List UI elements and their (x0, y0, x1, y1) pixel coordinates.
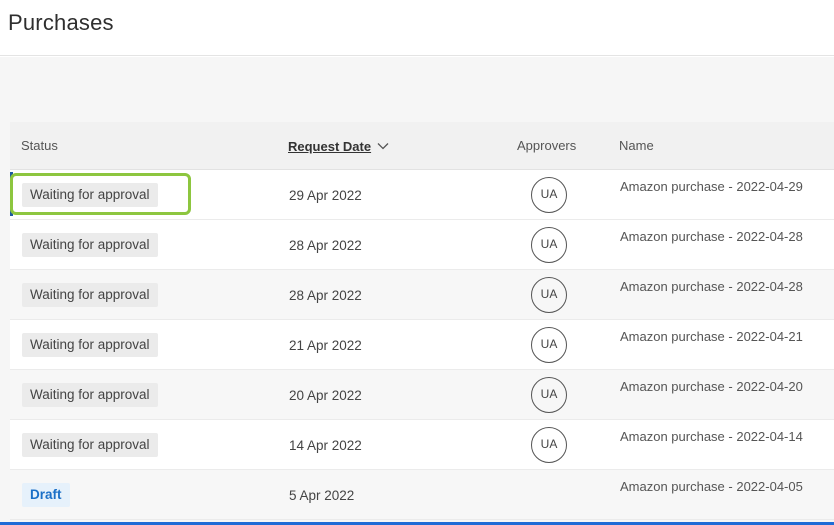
table-row[interactable]: Draft 5 Apr 2022 Amazon purchase - 2022-… (10, 470, 834, 520)
table-row[interactable]: Waiting for approval 21 Apr 2022 UA Amaz… (10, 320, 834, 370)
page-header: Purchases (0, 0, 834, 56)
status-badge[interactable]: Waiting for approval (22, 233, 158, 257)
column-header-status: Status (21, 138, 58, 153)
request-date: 20 Apr 2022 (289, 388, 362, 403)
purchase-name: Amazon purchase - 2022-04-05 (620, 479, 803, 494)
purchase-name: Amazon purchase - 2022-04-29 (620, 179, 803, 194)
request-date: 28 Apr 2022 (289, 238, 362, 253)
table-row[interactable]: Waiting for approval 29 Apr 2022 UA Amaz… (10, 170, 834, 220)
request-date: 14 Apr 2022 (289, 438, 362, 453)
approver-avatar: UA (531, 177, 567, 213)
approver-avatar: UA (531, 227, 567, 263)
status-badge[interactable]: Waiting for approval (22, 383, 158, 407)
request-date: 28 Apr 2022 (289, 288, 362, 303)
table-header: Status Request Date Approvers Name (10, 122, 834, 170)
status-badge[interactable]: Waiting for approval (22, 183, 158, 207)
request-date: 21 Apr 2022 (289, 338, 362, 353)
column-header-request-date[interactable]: Request Date (288, 138, 389, 154)
purchase-name: Amazon purchase - 2022-04-28 (620, 229, 803, 244)
purchase-name: Amazon purchase - 2022-04-21 (620, 329, 803, 344)
request-date: 5 Apr 2022 (289, 488, 355, 503)
purchase-name: Amazon purchase - 2022-04-14 (620, 429, 803, 444)
status-badge[interactable]: Waiting for approval (22, 283, 158, 307)
table-row[interactable]: Waiting for approval 28 Apr 2022 UA Amaz… (10, 220, 834, 270)
chevron-down-icon[interactable] (377, 138, 389, 153)
purchases-table: Status Request Date Approvers Name Waiti… (10, 122, 834, 520)
table-row[interactable]: Waiting for approval 28 Apr 2022 UA Amaz… (10, 270, 834, 320)
status-badge[interactable]: Waiting for approval (22, 433, 158, 457)
approver-avatar: UA (531, 277, 567, 313)
status-badge-draft[interactable]: Draft (22, 483, 70, 507)
approver-avatar: UA (531, 427, 567, 463)
purchase-name: Amazon purchase - 2022-04-20 (620, 379, 803, 394)
approver-avatar: UA (531, 327, 567, 363)
column-header-name: Name (619, 138, 654, 153)
status-badge[interactable]: Waiting for approval (22, 333, 158, 357)
approver-avatar: UA (531, 377, 567, 413)
table-row[interactable]: Waiting for approval 20 Apr 2022 UA Amaz… (10, 370, 834, 420)
column-header-request-date-label: Request Date (288, 139, 372, 154)
purchase-name: Amazon purchase - 2022-04-28 (620, 279, 803, 294)
page-title: Purchases (8, 10, 114, 35)
column-header-approvers: Approvers (517, 138, 577, 153)
selected-row-indicator (10, 172, 13, 216)
table-row[interactable]: Waiting for approval 14 Apr 2022 UA Amaz… (10, 420, 834, 470)
request-date: 29 Apr 2022 (289, 188, 362, 203)
